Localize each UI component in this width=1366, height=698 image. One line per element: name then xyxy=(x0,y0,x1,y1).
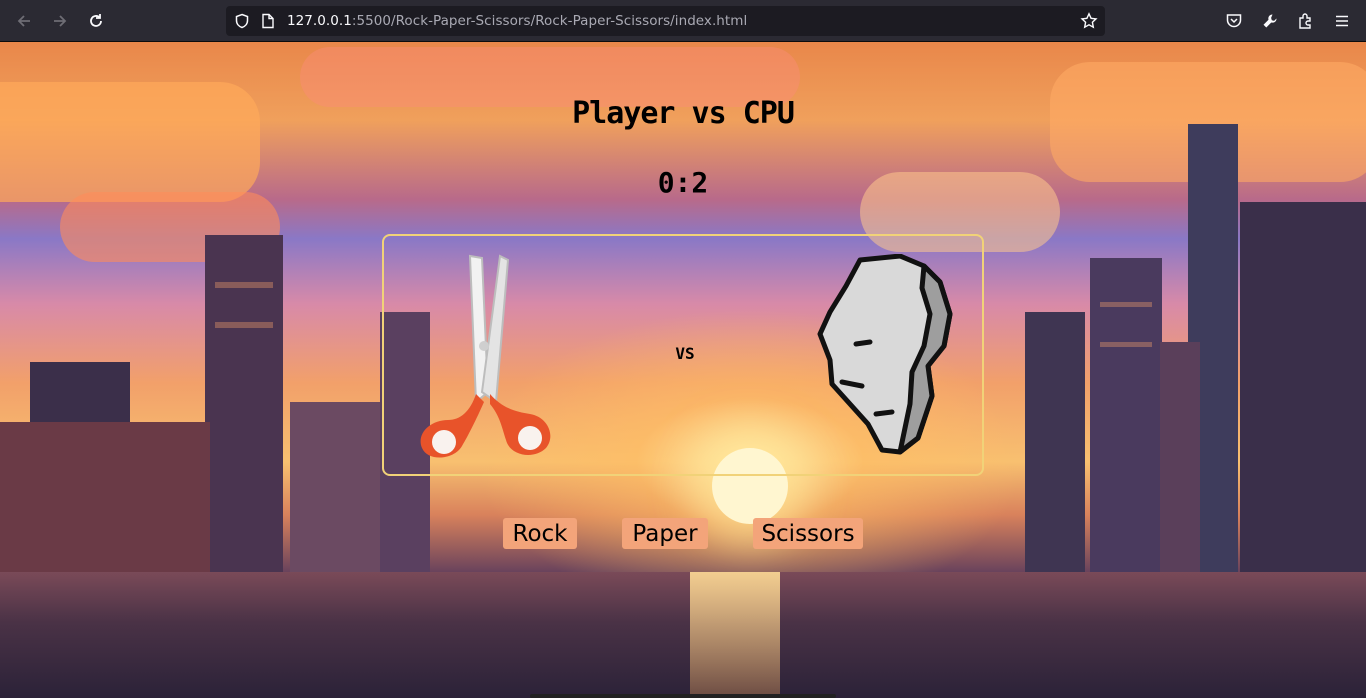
url-path: :5500/Rock-Paper-Scissors/Rock-Paper-Sci… xyxy=(351,13,748,29)
wrench-icon xyxy=(1263,14,1277,28)
browser-toolbar: 127.0.0.1:5500/Rock-Paper-Scissors/Rock-… xyxy=(0,0,1366,42)
battle-arena: VS xyxy=(382,234,984,476)
horizontal-scrollbar[interactable] xyxy=(530,694,836,698)
building xyxy=(0,422,210,592)
menu-icon xyxy=(1336,15,1348,27)
rock-icon xyxy=(817,253,953,455)
url-bar[interactable]: 127.0.0.1:5500/Rock-Paper-Scissors/Rock-… xyxy=(226,6,1105,36)
building xyxy=(290,402,380,572)
forward-icon xyxy=(54,15,67,27)
pocket-button[interactable] xyxy=(1222,9,1246,33)
back-button[interactable] xyxy=(12,9,36,33)
tools-button[interactable] xyxy=(1258,9,1282,33)
forward-button[interactable] xyxy=(48,9,72,33)
building xyxy=(1160,342,1200,574)
building xyxy=(1025,312,1085,574)
building xyxy=(1240,202,1366,582)
reload-button[interactable] xyxy=(84,9,108,33)
building-window xyxy=(1100,302,1152,307)
reload-icon xyxy=(90,14,102,27)
game-page: Player vs CPU 0:2 VS Rock Paper Scissors xyxy=(0,42,1366,698)
rock-button[interactable]: Rock xyxy=(503,518,577,549)
pocket-icon xyxy=(1226,14,1242,28)
street xyxy=(0,572,1366,698)
street-reflection xyxy=(690,572,780,698)
building-window xyxy=(215,322,273,328)
back-icon xyxy=(17,15,30,27)
scissors-button[interactable]: Scissors xyxy=(753,518,863,549)
app-menu-button[interactable] xyxy=(1330,9,1354,33)
score-display: 0:2 xyxy=(657,166,709,199)
page-icon[interactable] xyxy=(261,13,275,29)
building-window xyxy=(215,282,273,288)
url-text[interactable]: 127.0.0.1:5500/Rock-Paper-Scissors/Rock-… xyxy=(287,13,747,29)
cpu-choice-image xyxy=(812,253,960,462)
extensions-button[interactable] xyxy=(1294,9,1318,33)
star-icon[interactable] xyxy=(1080,12,1098,30)
url-host: 127.0.0.1 xyxy=(287,13,352,29)
extensions-icon xyxy=(1299,13,1311,29)
building-window xyxy=(1100,342,1152,347)
paper-button[interactable]: Paper xyxy=(622,518,708,549)
shield-icon[interactable] xyxy=(234,13,250,29)
game-title: Player vs CPU xyxy=(572,96,795,131)
